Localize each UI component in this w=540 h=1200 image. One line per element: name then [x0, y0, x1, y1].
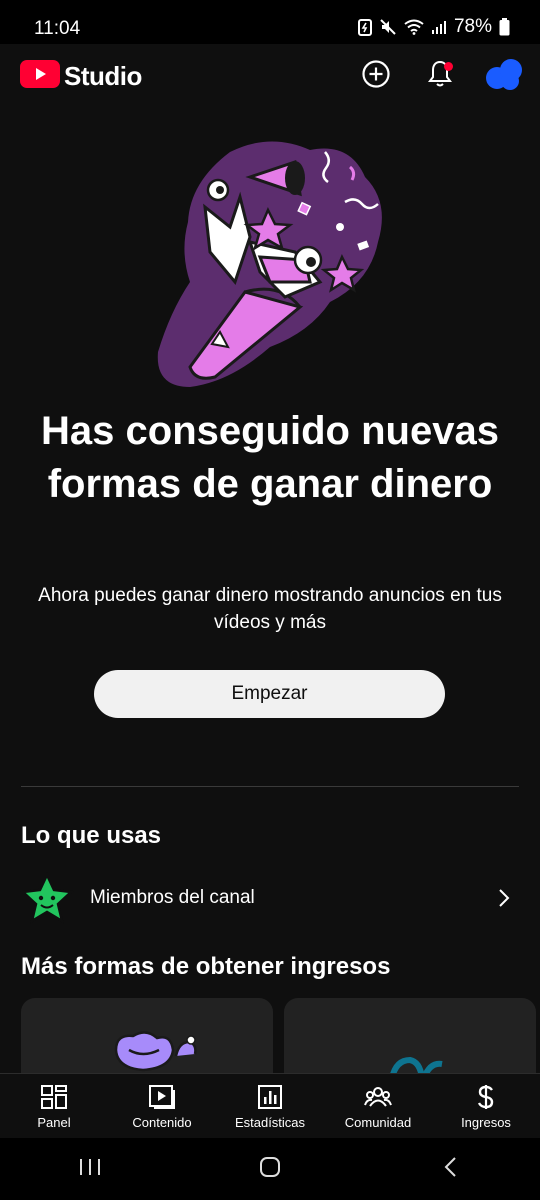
home-icon — [259, 1156, 281, 1183]
status-bar: 11:04 78% — [0, 0, 540, 44]
recent-apps-button[interactable] — [60, 1149, 120, 1189]
nav-analytics[interactable]: Estadísticas — [216, 1074, 324, 1139]
section-title-using: Lo que usas — [21, 822, 162, 849]
nav-panel[interactable]: Panel — [0, 1074, 108, 1139]
celebration-illustration — [150, 132, 395, 392]
status-time: 11:04 — [34, 18, 81, 39]
earn-icon — [476, 1084, 496, 1110]
nav-label: Panel — [37, 1115, 71, 1130]
nav-community[interactable]: Comunidad — [324, 1074, 432, 1139]
studio-logo[interactable]: Studio — [20, 60, 142, 93]
list-item-channel-members[interactable]: Miembros del canal — [0, 866, 540, 930]
nav-label: Comunidad — [344, 1115, 412, 1130]
wifi-icon — [404, 19, 424, 35]
nav-label: Estadísticas — [234, 1115, 306, 1130]
battery-icon — [499, 18, 510, 36]
recent-apps-icon — [79, 1157, 101, 1182]
avatar — [485, 57, 523, 96]
hero-subtitle: Ahora puedes ganar dinero mostrando anun… — [38, 585, 502, 633]
bottom-navigation: Panel Contenido Estadísticas Comunidad I… — [0, 1073, 540, 1139]
logo-text: Studio — [64, 61, 142, 91]
status-icons: 78% — [357, 16, 510, 38]
back-button[interactable] — [420, 1149, 480, 1189]
avatar-button[interactable] — [486, 58, 522, 94]
nav-content[interactable]: Contenido — [108, 1074, 216, 1139]
dashboard-icon — [41, 1084, 67, 1110]
section-title-more: Más formas de obtener ingresos — [21, 953, 391, 980]
nav-label: Ingresos — [461, 1115, 511, 1130]
app-header: Studio — [0, 44, 540, 110]
youtube-logo-icon — [20, 60, 60, 93]
nav-label: Contenido — [132, 1115, 192, 1130]
nav-earn[interactable]: Ingresos — [432, 1074, 540, 1139]
list-item-label: Miembros del canal — [90, 887, 255, 908]
analytics-icon — [258, 1084, 282, 1110]
signal-icon — [431, 19, 447, 35]
start-button[interactable]: Empezar — [94, 670, 445, 718]
mute-icon — [379, 18, 397, 36]
section-divider — [21, 786, 519, 787]
system-navigation-bar — [0, 1138, 540, 1200]
content-icon — [149, 1084, 175, 1110]
star-membership-icon — [20, 872, 74, 926]
hero-title: Has conseguido nuevas formas de ganar di… — [41, 409, 499, 506]
create-icon — [361, 59, 391, 94]
header-actions — [358, 58, 522, 94]
notification-badge — [444, 62, 453, 71]
back-icon — [443, 1156, 457, 1183]
battery-level: 78% — [453, 16, 492, 37]
battery-saver-icon — [357, 18, 372, 36]
chevron-right-icon — [498, 888, 510, 913]
create-button[interactable] — [358, 58, 394, 94]
community-icon — [364, 1084, 392, 1110]
home-button[interactable] — [240, 1149, 300, 1189]
notifications-button[interactable] — [422, 58, 458, 94]
